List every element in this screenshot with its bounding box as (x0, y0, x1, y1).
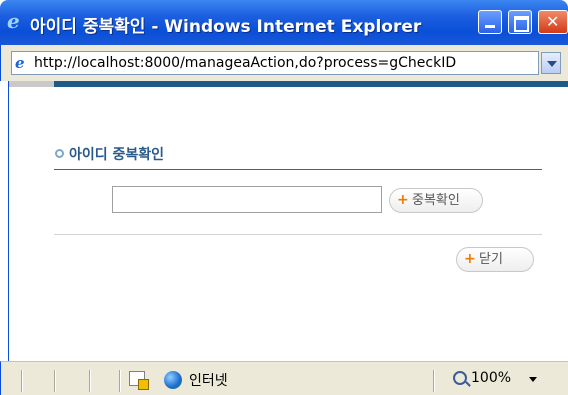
title-divider (54, 169, 542, 170)
ie-logo-icon: e (7, 9, 20, 33)
address-dropdown-button[interactable] (541, 52, 561, 74)
security-zone-label: 인터넷 (189, 373, 228, 389)
protected-mode-icon[interactable] (129, 371, 149, 390)
close-window-button[interactable] (538, 10, 568, 34)
section-title-text: 아이디 중복확인 (69, 147, 165, 163)
content-divider (54, 234, 542, 235)
address-bar: e http://localhost:8000/manageaAction,do… (0, 45, 568, 81)
internet-globe-icon (164, 371, 182, 389)
zoom-dropdown-icon[interactable] (529, 377, 537, 382)
check-duplicate-label: 중복확인 (412, 193, 460, 208)
zoom-level[interactable]: 100% (471, 370, 511, 386)
status-separator (54, 370, 55, 392)
close-button[interactable]: + 닫기 (456, 247, 534, 272)
page-content: 아이디 중복확인 + 중복확인 + 닫기 (8, 81, 568, 361)
url-text: http://localhost:8000/manageaAction,do?p… (34, 55, 457, 71)
minimize-button[interactable] (478, 10, 502, 34)
plus-icon: + (464, 251, 476, 267)
id-input[interactable] (112, 186, 382, 213)
status-separator (21, 370, 22, 392)
check-duplicate-button[interactable]: + 중복확인 (389, 188, 483, 213)
section-title: 아이디 중복확인 (55, 144, 164, 164)
zoom-icon[interactable] (453, 371, 467, 385)
window-title: 아이디 중복확인 - Windows Internet Explorer (30, 17, 422, 37)
title-bar[interactable]: e 아이디 중복확인 - Windows Internet Explorer (0, 0, 568, 45)
status-separator (119, 370, 120, 392)
circle-bullet-icon (55, 149, 64, 158)
maximize-button[interactable] (508, 10, 532, 34)
page-icon: e (15, 54, 25, 72)
address-field[interactable]: e http://localhost:8000/manageaAction,do… (11, 51, 539, 75)
header-strip (54, 81, 568, 87)
plus-icon: + (397, 192, 409, 208)
status-separator (433, 370, 434, 392)
status-separator (89, 370, 90, 392)
close-label: 닫기 (479, 252, 503, 267)
header-strip-left (9, 81, 54, 87)
status-bar: 인터넷 100% (0, 361, 568, 395)
